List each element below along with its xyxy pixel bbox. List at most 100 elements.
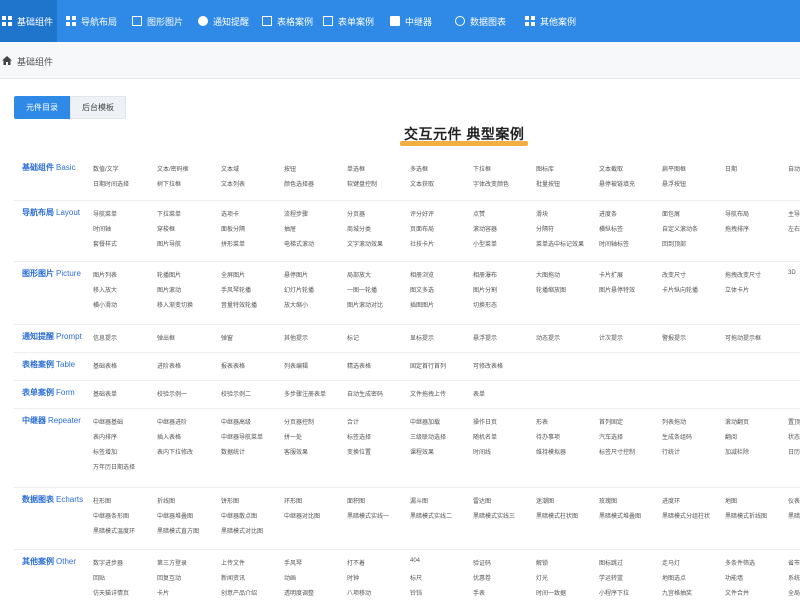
catalog-link[interactable]: 文本列表 [221,179,245,188]
catalog-link[interactable]: 移入放大 [93,285,117,294]
tab-component-catalog[interactable]: 元件目录 [14,96,70,119]
catalog-link[interactable]: 横小滑动 [93,300,117,309]
catalog-link[interactable]: 客服效果 [284,447,308,456]
catalog-link[interactable]: 翻阅 [725,432,737,441]
catalog-link[interactable]: 可拖动提示框 [725,333,761,342]
catalog-link[interactable]: 一图一轮播 [347,285,377,294]
catalog-link[interactable]: 生成条组码 [662,432,692,441]
catalog-link[interactable]: 课程效果 [410,447,434,456]
catalog-link[interactable]: 时间一致据 [536,588,566,597]
catalog-link[interactable]: 走马灯 [662,558,680,567]
nav-item-basic[interactable]: 基础组件 [0,0,58,42]
catalog-link[interactable]: 黑暗模式实线三 [473,511,515,520]
catalog-link[interactable]: 分隔符 [536,224,554,233]
catalog-link[interactable]: 悬浮提示 [473,333,497,342]
catalog-link[interactable]: 移入渐变切换 [157,300,193,309]
catalog-link[interactable]: 分页器 [347,209,365,218]
catalog-link[interactable]: 黑暗模式柱状图 [536,511,578,520]
catalog-link[interactable]: 优惠卷 [473,573,491,582]
catalog-link[interactable]: 灯光 [536,573,548,582]
catalog-link[interactable]: 相册浏览 [410,270,434,279]
catalog-link[interactable]: 标签尺寸控制 [599,447,635,456]
catalog-link[interactable]: 弹窗 [221,333,233,342]
catalog-link[interactable]: 迷潮图 [536,496,554,505]
catalog-link[interactable]: 随机名单 [473,432,497,441]
catalog-link[interactable]: 黑暗模式实线二 [410,511,452,520]
catalog-link[interactable]: 文本获取 [410,179,434,188]
catalog-link[interactable]: 中继器对比图 [284,511,320,520]
catalog-link[interactable]: 小型菜单 [473,239,497,248]
catalog-link[interactable]: 图片滚动对比 [347,300,383,309]
catalog-link[interactable]: 系统 [788,573,800,582]
catalog-link[interactable]: 全屏图片 [221,270,245,279]
catalog-link[interactable]: 滚动翻页 [725,417,749,426]
catalog-link[interactable]: 铃铛 [410,588,422,597]
catalog-link[interactable]: 玫瑰图 [599,496,617,505]
catalog-link[interactable]: 横纵标签 [599,224,623,233]
nav-item-prompt[interactable]: 通知提醒 [198,0,249,42]
catalog-link[interactable]: 树下拉框 [157,179,181,188]
catalog-link[interactable]: 滑块 [536,209,548,218]
catalog-link[interactable]: 其他提示 [284,333,308,342]
catalog-link[interactable]: 创意产品介绍 [221,588,257,597]
catalog-link[interactable]: 图片导航 [157,239,181,248]
nav-item-layout[interactable]: 导航布局 [66,0,117,42]
catalog-link[interactable]: 全局 [788,588,800,597]
catalog-link[interactable]: 汽车选择 [599,432,623,441]
nav-item-form[interactable]: 表单案例 [323,0,374,42]
catalog-link[interactable]: 合计 [347,417,359,426]
catalog-link[interactable]: 自动 [788,164,800,173]
catalog-link[interactable]: 扁平图框 [662,164,686,173]
nav-item-other[interactable]: 其他案例 [525,0,576,42]
catalog-link[interactable]: 柱形图 [93,496,111,505]
catalog-link[interactable]: 省市 [788,558,800,567]
catalog-link[interactable]: 学运转篮 [599,573,623,582]
catalog-link[interactable]: 进阶表格 [157,361,181,370]
catalog-link[interactable]: 黑暗模式对比图 [221,526,263,535]
catalog-link[interactable]: 回贴 [93,573,105,582]
catalog-link[interactable]: 电梯式滚动 [284,239,314,248]
catalog-link[interactable]: 插入表格 [157,432,181,441]
tab-admin-template[interactable]: 后台模板 [70,96,126,119]
catalog-link[interactable]: 图片滚动 [157,285,181,294]
catalog-link[interactable]: 放大缩小 [284,300,308,309]
catalog-link[interactable]: 大图拖动 [536,270,560,279]
catalog-link[interactable]: 黑暗模式直方图 [157,526,199,535]
catalog-link[interactable]: 时间线 [473,447,491,456]
catalog-link[interactable]: 黑暗模式折线图 [725,511,767,520]
catalog-link[interactable]: 中继器高级 [221,417,251,426]
catalog-link[interactable]: 导航布局 [725,209,749,218]
catalog-link[interactable]: 按钮 [284,164,296,173]
catalog-link[interactable]: 透明度调整 [284,588,314,597]
catalog-link[interactable]: 第三方登录 [157,558,187,567]
catalog-link[interactable]: 插图图片 [410,300,434,309]
catalog-link[interactable]: 变换位置 [347,447,371,456]
catalog-link[interactable]: 三级联动选择 [410,432,446,441]
catalog-link[interactable]: 中继器基础 [93,417,123,426]
catalog-link[interactable]: 雷达图 [473,496,491,505]
catalog-link[interactable]: 单选框 [347,164,365,173]
catalog-link[interactable]: 导航菜单 [93,209,117,218]
catalog-link[interactable]: 局部放大 [347,270,371,279]
catalog-link[interactable]: 漏斗图 [410,496,428,505]
catalog-link[interactable]: 流程步骤 [284,209,308,218]
catalog-link[interactable]: 八项移动 [347,588,371,597]
catalog-link[interactable]: 自动生成密码 [347,389,383,398]
catalog-link[interactable]: 页面布局 [410,224,434,233]
catalog-link[interactable]: 图片分割 [473,285,497,294]
catalog-link[interactable]: 表内下拉修改 [157,447,193,456]
home-icon[interactable] [2,56,12,65]
catalog-link[interactable]: 报表表格 [221,361,245,370]
catalog-link[interactable]: 维持模拟器 [536,447,566,456]
nav-item-table[interactable]: 表格案例 [262,0,313,42]
catalog-link[interactable]: 表内排序 [93,432,117,441]
catalog-link[interactable]: 首列固定 [599,417,623,426]
catalog-link[interactable]: 图标跳过 [599,558,623,567]
catalog-link[interactable]: 音量特效轮播 [221,300,257,309]
catalog-link[interactable]: 进度环 [662,496,680,505]
catalog-link[interactable]: 社技卡片 [410,239,434,248]
catalog-link[interactable]: 标签选择 [347,432,371,441]
catalog-link[interactable]: 数字进步器 [93,558,123,567]
catalog-link[interactable]: 待办事项 [536,432,560,441]
catalog-link[interactable]: 校验示例一 [157,389,187,398]
